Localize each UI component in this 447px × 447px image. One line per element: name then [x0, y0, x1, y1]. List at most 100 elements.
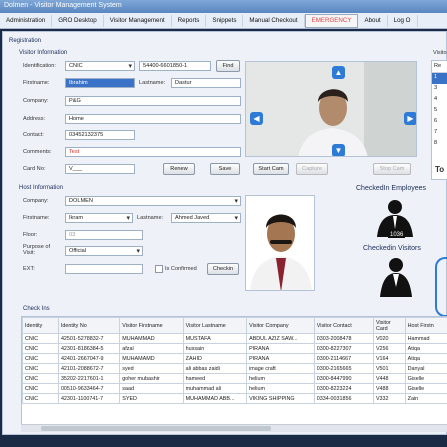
table-cell: V020: [372, 333, 406, 344]
table-cell: 42301-1100741-7: [57, 393, 121, 404]
col-host-firstname[interactable]: Host Firstn: [404, 317, 447, 334]
table-row[interactable]: CNIC 42301-1100741-7 SYED MUHAMMAD ABB... VI…: [22, 393, 447, 404]
menu-visitor-management[interactable]: Visitor Management: [104, 14, 172, 27]
camera-right-icon[interactable]: ▶: [404, 112, 416, 125]
checkins-table: Identity Identity No Visitor Firstname V…: [22, 317, 447, 404]
camera-up-icon[interactable]: ▲: [332, 66, 345, 79]
camera-down-icon[interactable]: ▼: [332, 144, 345, 156]
renew-button[interactable]: Renew: [163, 163, 195, 175]
table-cell: 0300-8227307: [313, 343, 374, 354]
side-list[interactable]: Re 1 3 4 5 6 7 8: [431, 60, 447, 180]
lastname-label: Lastname:: [139, 80, 166, 86]
firstname-field[interactable]: Ibrahim: [65, 78, 135, 88]
table-row[interactable]: CNIC 42501-5278832-7 MUHAMMAD MUSTAFA ABDUL …: [22, 333, 447, 344]
stop-cam-button[interactable]: Stop Cam: [373, 163, 411, 175]
table-cell: 0334-0031856: [313, 393, 374, 404]
table-cell: 35202-2217601-1: [57, 373, 121, 384]
table-cell: ZAHID: [182, 353, 248, 364]
save-button[interactable]: Save: [210, 163, 240, 175]
host-company-select[interactable]: DOLMEN: [65, 196, 241, 206]
side-row[interactable]: 1: [432, 73, 447, 84]
table-cell: afzal: [119, 343, 184, 354]
col-identity[interactable]: Identity: [22, 317, 59, 334]
menu-manual-checkout[interactable]: Manual Checkout: [243, 14, 305, 27]
table-cell: 0300-8223224: [313, 383, 374, 394]
side-row[interactable]: 8: [432, 139, 447, 150]
find-button[interactable]: Find: [216, 60, 240, 72]
host-firstname-select[interactable]: Ikram: [65, 213, 133, 223]
identification-type-select[interactable]: CNIC: [65, 61, 135, 71]
col-visitor-company[interactable]: Visitor Company: [246, 317, 315, 334]
table-cell: 42301-8186384-5: [57, 343, 121, 354]
identification-number-field[interactable]: 54400-6601850-1: [139, 61, 211, 71]
table-cell: PIRANA: [246, 343, 315, 354]
menu-gro-desktop[interactable]: GRO Desktop: [52, 14, 104, 27]
menu-emergency[interactable]: EMERGENCY: [304, 13, 359, 28]
lastname-field[interactable]: Dastur: [171, 78, 241, 88]
table-cell: CNIC: [22, 333, 59, 344]
menu-snippets[interactable]: Snippets: [206, 14, 244, 27]
col-visitor-card[interactable]: Visitor Card: [372, 317, 406, 334]
side-row[interactable]: 7: [432, 128, 447, 139]
table-cell: VIKING SHIPPING: [246, 393, 315, 404]
camera-left-icon[interactable]: ◀: [250, 112, 263, 125]
table-row[interactable]: CNIC 35202-2217601-1 goher mubashir hameed h…: [22, 373, 447, 384]
checkin-button[interactable]: Checkin: [207, 263, 239, 275]
col-visitor-contact[interactable]: Visitor Contact: [313, 317, 374, 334]
side-row[interactable]: 6: [432, 117, 447, 128]
camera-view: ▲ ◀ ▶ ▼: [245, 61, 417, 157]
table-cell: CNIC: [22, 373, 59, 384]
floor-field[interactable]: 03: [65, 230, 143, 240]
firstname-label: Firstname:: [23, 80, 50, 86]
start-cam-button[interactable]: Start Cam: [253, 163, 289, 175]
visitor-info-title: Visitor Information: [19, 50, 68, 56]
table-cell: MUHAMMAD ABB...: [182, 393, 248, 404]
table-cell: 00510-9633464-7: [57, 383, 121, 394]
scrollbar-thumb[interactable]: [41, 426, 271, 431]
col-visitor-lastname[interactable]: Visitor Lastname: [182, 317, 248, 334]
table-cell: ABDUL AZIZ SAW...: [246, 333, 315, 344]
contact-field[interactable]: 03452132375: [65, 130, 135, 140]
col-identity-no[interactable]: Identity No: [57, 317, 121, 334]
table-cell: muhammad ali: [182, 383, 248, 394]
table-cell: syed: [119, 363, 184, 374]
address-label: Address:: [23, 116, 46, 122]
side-row[interactable]: 4: [432, 95, 447, 106]
confirmed-checkbox[interactable]: [155, 265, 163, 273]
host-lastname-select[interactable]: Ahmed Javed: [171, 213, 241, 223]
side-title: Visito: [433, 50, 447, 56]
col-visitor-firstname[interactable]: Visitor Firstname: [119, 317, 184, 334]
checkedin-employees-title: CheckedIn Employees: [356, 185, 427, 192]
menu-administration[interactable]: Administration: [0, 14, 53, 27]
table-cell: Atiqa: [404, 343, 447, 354]
table-cell: PIRANA: [246, 353, 315, 364]
menu-bar: Administration GRO Desktop Visitor Manag…: [0, 13, 447, 29]
side-total-label: To: [435, 165, 445, 174]
horizontal-scrollbar[interactable]: [21, 424, 447, 432]
side-header: Re: [432, 61, 447, 73]
table-cell: V256: [372, 343, 406, 354]
menu-reports[interactable]: Reports: [172, 14, 207, 27]
menu-logout[interactable]: Log O: [388, 14, 418, 27]
table-cell: 42401-2667047-9: [57, 353, 121, 364]
table-row[interactable]: CNIC 00510-9633464-7 saad muhammad ali heliu…: [22, 383, 447, 394]
menu-about[interactable]: About: [358, 14, 388, 27]
ext-label: EXT:: [23, 266, 35, 272]
table-row[interactable]: CNIC 42301-8186384-5 afzal hussain PIRANA 030…: [22, 343, 447, 354]
table-cell: hameed: [182, 373, 248, 384]
checkins-title: Check Ins: [23, 306, 50, 312]
ext-field[interactable]: [65, 264, 143, 274]
purpose-select[interactable]: Official: [65, 246, 143, 256]
cardno-field[interactable]: V___: [65, 164, 135, 174]
address-field[interactable]: Home: [65, 114, 241, 124]
table-cell: CNIC: [22, 363, 59, 374]
table-row[interactable]: CNIC 42401-2667047-9 MUHAMAMD ZAHID PIRANA 03…: [22, 353, 447, 364]
side-row[interactable]: 5: [432, 106, 447, 117]
company-label: Company:: [23, 98, 49, 104]
table-row[interactable]: CNIC 42101-2088672-7 syed ali abbas zaidi im…: [22, 363, 447, 374]
comments-field[interactable]: Test: [65, 147, 241, 157]
capture-button[interactable]: Capture: [296, 163, 328, 175]
side-row[interactable]: 3: [432, 84, 447, 95]
company-field[interactable]: P&G: [65, 96, 241, 106]
table-cell: CNIC: [22, 353, 59, 364]
